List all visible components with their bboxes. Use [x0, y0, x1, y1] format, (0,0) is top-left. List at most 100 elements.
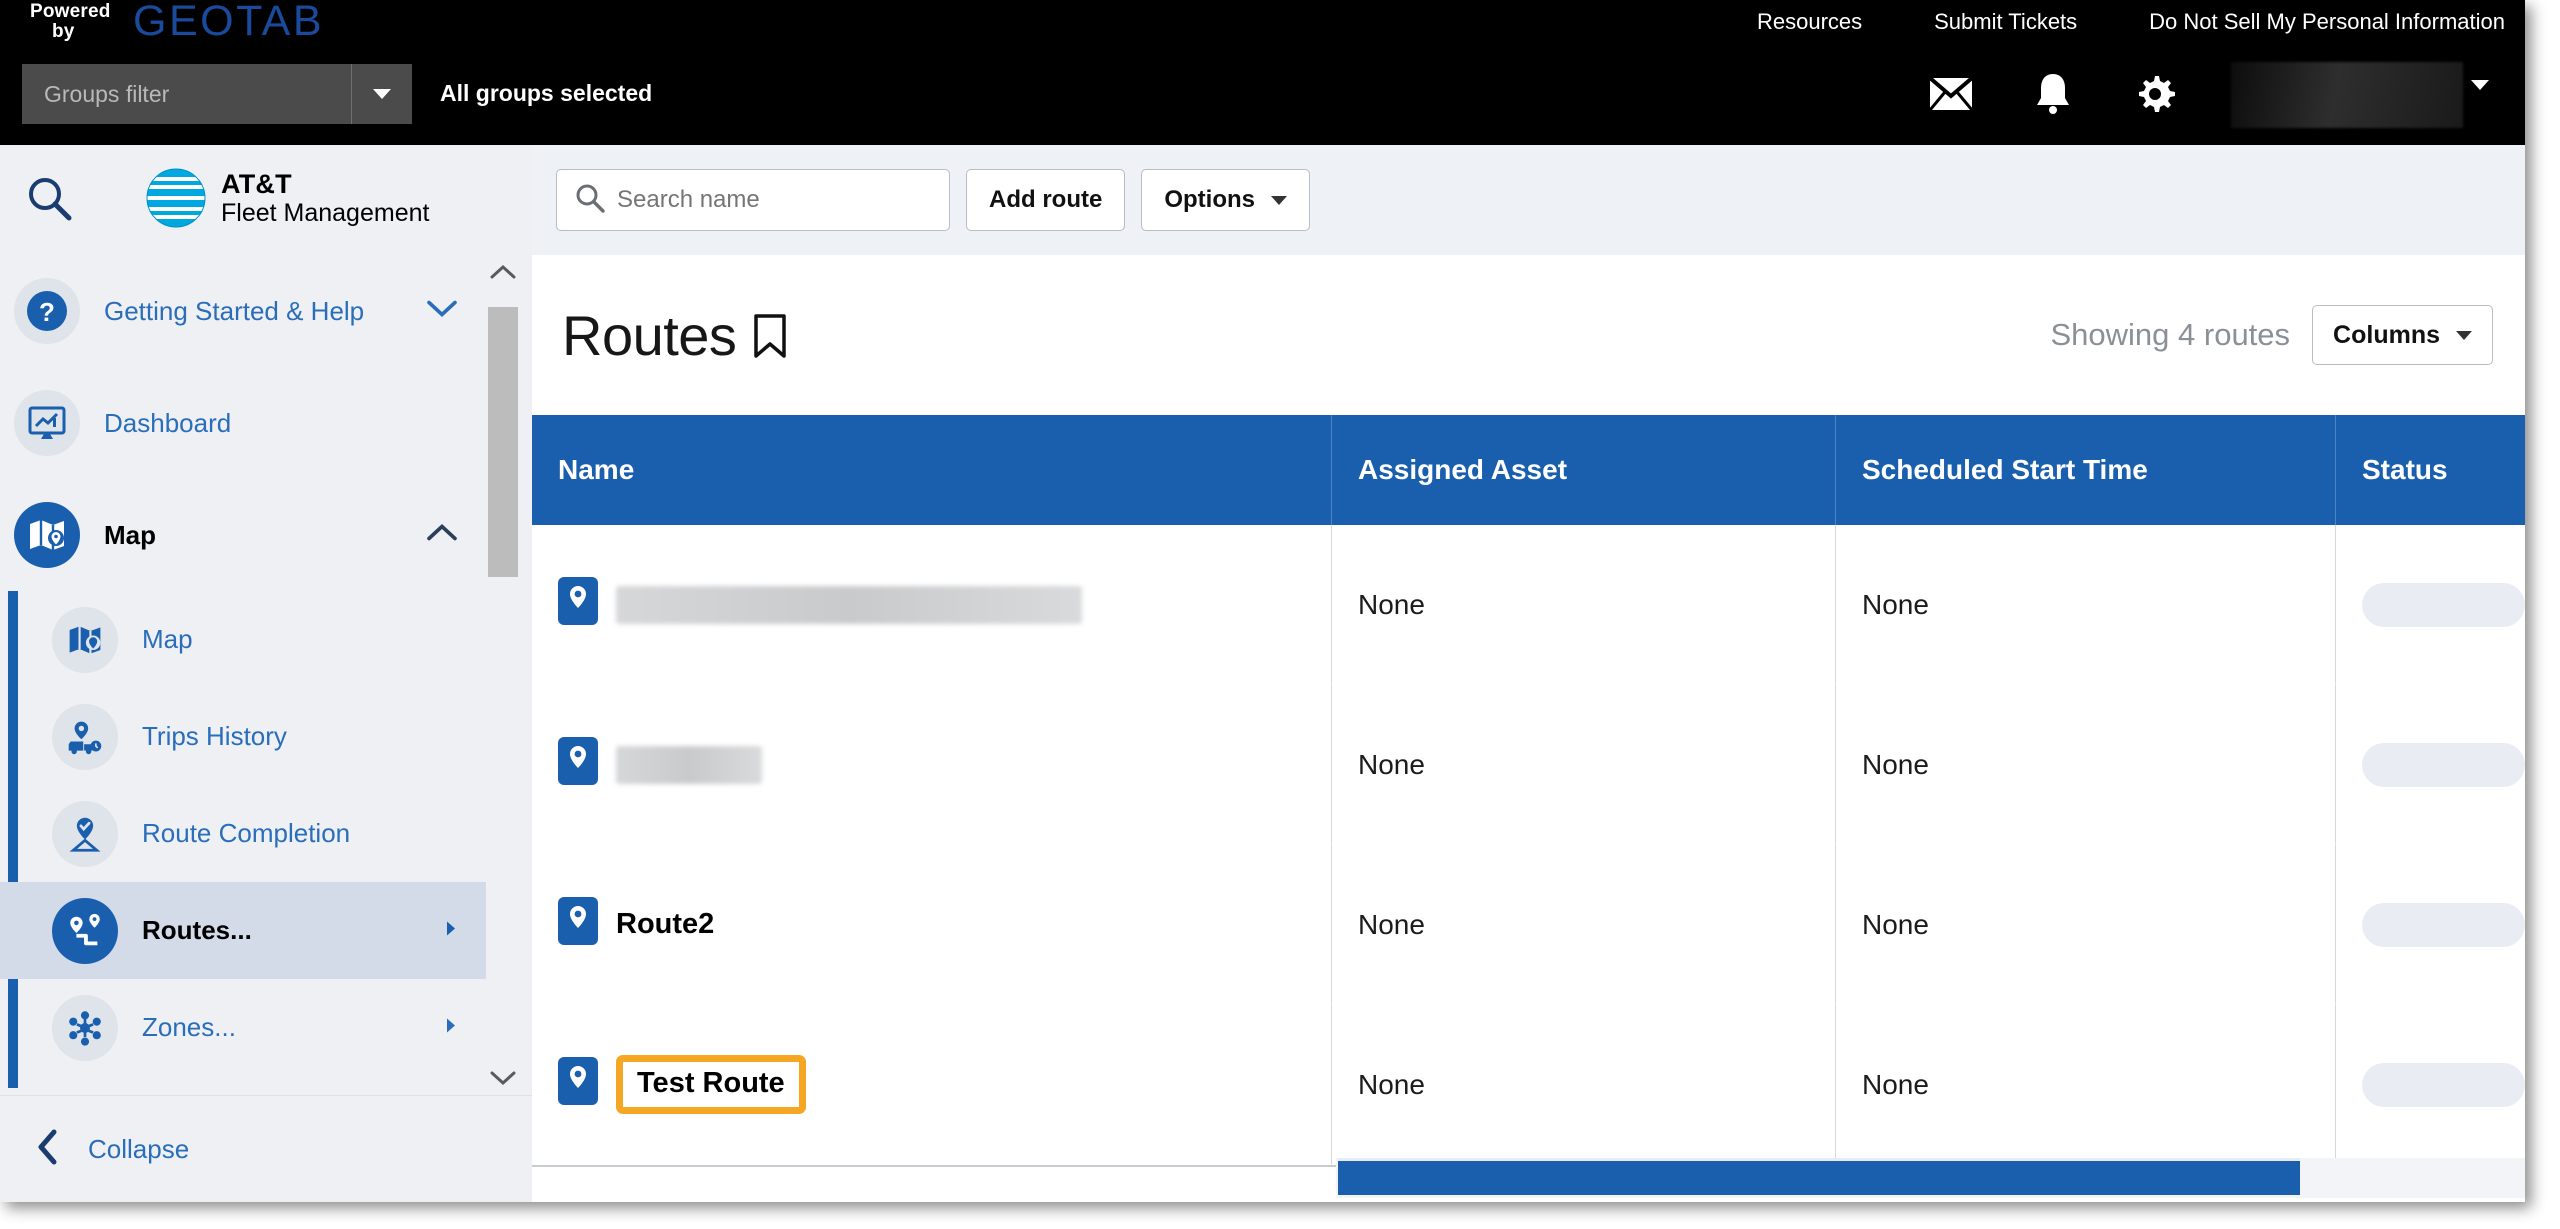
chevron-down-icon[interactable]	[426, 299, 458, 324]
redacted-route-name	[616, 745, 762, 784]
bookmark-icon[interactable]	[752, 313, 788, 364]
sidebar-item-label: Trips History	[142, 721, 287, 751]
sidebar-scroll-area: ? Getting Started & Help Dashboard Map M…	[0, 255, 532, 1095]
trips-history-icon	[52, 703, 118, 770]
column-header-status[interactable]: Status	[2336, 415, 2525, 525]
column-header-name[interactable]: Name	[532, 415, 1332, 525]
add-route-button[interactable]: Add route	[966, 169, 1126, 231]
search-input[interactable]	[617, 186, 917, 214]
table-row[interactable]: None None U	[532, 525, 2525, 685]
route-name-link-highlighted[interactable]: Test Route	[616, 1055, 806, 1114]
cell-name[interactable]: Test Route	[532, 1005, 1332, 1165]
sidebar-item-zones[interactable]: Zones...	[0, 979, 494, 1076]
collapse-sidebar-button[interactable]: Collapse	[0, 1095, 532, 1202]
sidebar-item-getting-started-help[interactable]: ? Getting Started & Help	[0, 255, 494, 367]
route-pin-icon	[558, 897, 598, 952]
route-name-link[interactable]: Route2	[616, 908, 714, 941]
showing-routes-count: Showing 4 routes	[2050, 317, 2291, 352]
powered-line2: by	[52, 21, 75, 42]
geotab-logo: GEOTAB	[133, 0, 325, 45]
route-pin-icon	[558, 737, 598, 792]
user-name-redacted[interactable]	[2231, 62, 2463, 128]
routes-table: Name Assigned Asset Scheduled Start Time…	[532, 415, 2525, 1165]
att-globe-icon	[146, 168, 206, 228]
sidebar-item-routes[interactable]: Routes...	[0, 882, 494, 979]
top-header-bar: Powered by GEOTAB Resources Submit Ticke…	[0, 0, 2525, 145]
table-row[interactable]: Test Route None None U	[532, 1005, 2525, 1165]
sidebar-scrollbar-thumb[interactable]	[488, 307, 518, 577]
search-icon[interactable]	[26, 175, 72, 226]
columns-button[interactable]: Columns	[2312, 305, 2493, 365]
cell-scheduled-start-time: None	[1836, 1005, 2336, 1165]
sidebar-item-label: Route Completion	[142, 818, 351, 848]
sidebar-item-route-completion[interactable]: Route Completion	[0, 785, 494, 882]
chevron-up-icon[interactable]	[426, 523, 458, 548]
sidebar-item-dashboard[interactable]: Dashboard	[0, 367, 494, 479]
sidebar-scrollbar-track[interactable]	[488, 289, 518, 1061]
table-row[interactable]: Route2 None None U	[532, 845, 2525, 1005]
column-header-scheduled-start-time[interactable]: Scheduled Start Time	[1836, 415, 2336, 525]
cell-name[interactable]	[532, 525, 1332, 685]
top-nav-links: Resources Submit Tickets Do Not Sell My …	[1757, 9, 2505, 35]
gear-icon[interactable]	[2133, 72, 2177, 116]
cell-assigned-asset: None	[1332, 685, 1836, 845]
chevron-down-icon	[2456, 330, 2472, 340]
groups-filter-placeholder: Groups filter	[44, 80, 170, 107]
cell-status: U	[2336, 525, 2525, 685]
cell-status: U	[2336, 845, 2525, 1005]
status-badge: U	[2362, 1062, 2525, 1107]
bell-icon[interactable]	[2033, 72, 2073, 116]
help-icon: ?	[14, 278, 80, 344]
nav-link-resources[interactable]: Resources	[1757, 9, 1862, 35]
groups-filter-caret[interactable]	[352, 64, 412, 124]
nav-link-submit-tickets[interactable]: Submit Tickets	[1934, 9, 2077, 35]
scroll-up-arrow-icon[interactable]	[490, 255, 516, 289]
sidebar-header: AT&T Fleet Management	[0, 145, 532, 255]
horizontal-scrollbar-thumb[interactable]	[1338, 1161, 2300, 1195]
mail-icon[interactable]	[1929, 77, 1973, 111]
groups-filter-dropdown[interactable]: Groups filter	[22, 64, 412, 124]
options-button[interactable]: Options	[1141, 169, 1310, 231]
page-header: Routes Showing 4 routes Columns	[532, 255, 2525, 415]
chevron-right-icon[interactable]	[444, 918, 458, 943]
content-toolbar: Add route Options	[532, 145, 2525, 255]
chevron-right-icon[interactable]	[444, 1015, 458, 1040]
table-header-row: Name Assigned Asset Scheduled Start Time…	[532, 415, 2525, 525]
status-badge: U	[2362, 742, 2525, 787]
status-badge-text: U	[2524, 907, 2525, 938]
add-route-label: Add route	[989, 186, 1103, 213]
collapse-label: Collapse	[88, 1133, 190, 1164]
user-menu-caret[interactable]	[2471, 80, 2489, 108]
columns-label: Columns	[2333, 320, 2440, 349]
sidebar-item-map-group[interactable]: Map	[0, 479, 494, 591]
sidebar-item-map[interactable]: Map	[0, 591, 494, 688]
cell-scheduled-start-time: None	[1836, 685, 2336, 845]
cell-status: U	[2336, 1005, 2525, 1165]
att-logo-line2: Fleet Management	[221, 199, 430, 228]
zones-icon	[52, 994, 118, 1061]
nav-link-do-not-sell[interactable]: Do Not Sell My Personal Information	[2149, 9, 2505, 35]
powered-by-label: Powered by	[30, 2, 111, 41]
status-badge-text: U	[2524, 747, 2525, 778]
header-icon-group	[1929, 64, 2275, 124]
sidebar-scrollbar[interactable]	[486, 255, 520, 1095]
main-content: Add route Options Routes Showing 4 route…	[532, 145, 2525, 1202]
column-header-assigned-asset[interactable]: Assigned Asset	[1332, 415, 1836, 525]
cell-assigned-asset: None	[1332, 1005, 1836, 1165]
cell-name[interactable]: Route2	[532, 845, 1332, 1005]
sidebar-item-trips-history[interactable]: Trips History	[0, 688, 494, 785]
route-pin-icon	[558, 1057, 598, 1112]
table-row[interactable]: None None U	[532, 685, 2525, 845]
map-icon	[52, 606, 118, 673]
map-icon	[14, 502, 80, 568]
dashboard-icon	[14, 390, 80, 456]
search-input-wrapper[interactable]	[556, 169, 950, 231]
att-fleet-management-logo: AT&T Fleet Management	[145, 167, 429, 229]
app-body: AT&T Fleet Management ? Getting Started …	[0, 145, 2525, 1202]
cell-name[interactable]	[532, 685, 1332, 845]
route-pin-icon	[558, 577, 598, 632]
scroll-down-arrow-icon[interactable]	[490, 1061, 516, 1095]
status-badge: U	[2362, 582, 2525, 627]
att-logo-line1: AT&T	[221, 168, 292, 199]
cell-status: U	[2336, 685, 2525, 845]
